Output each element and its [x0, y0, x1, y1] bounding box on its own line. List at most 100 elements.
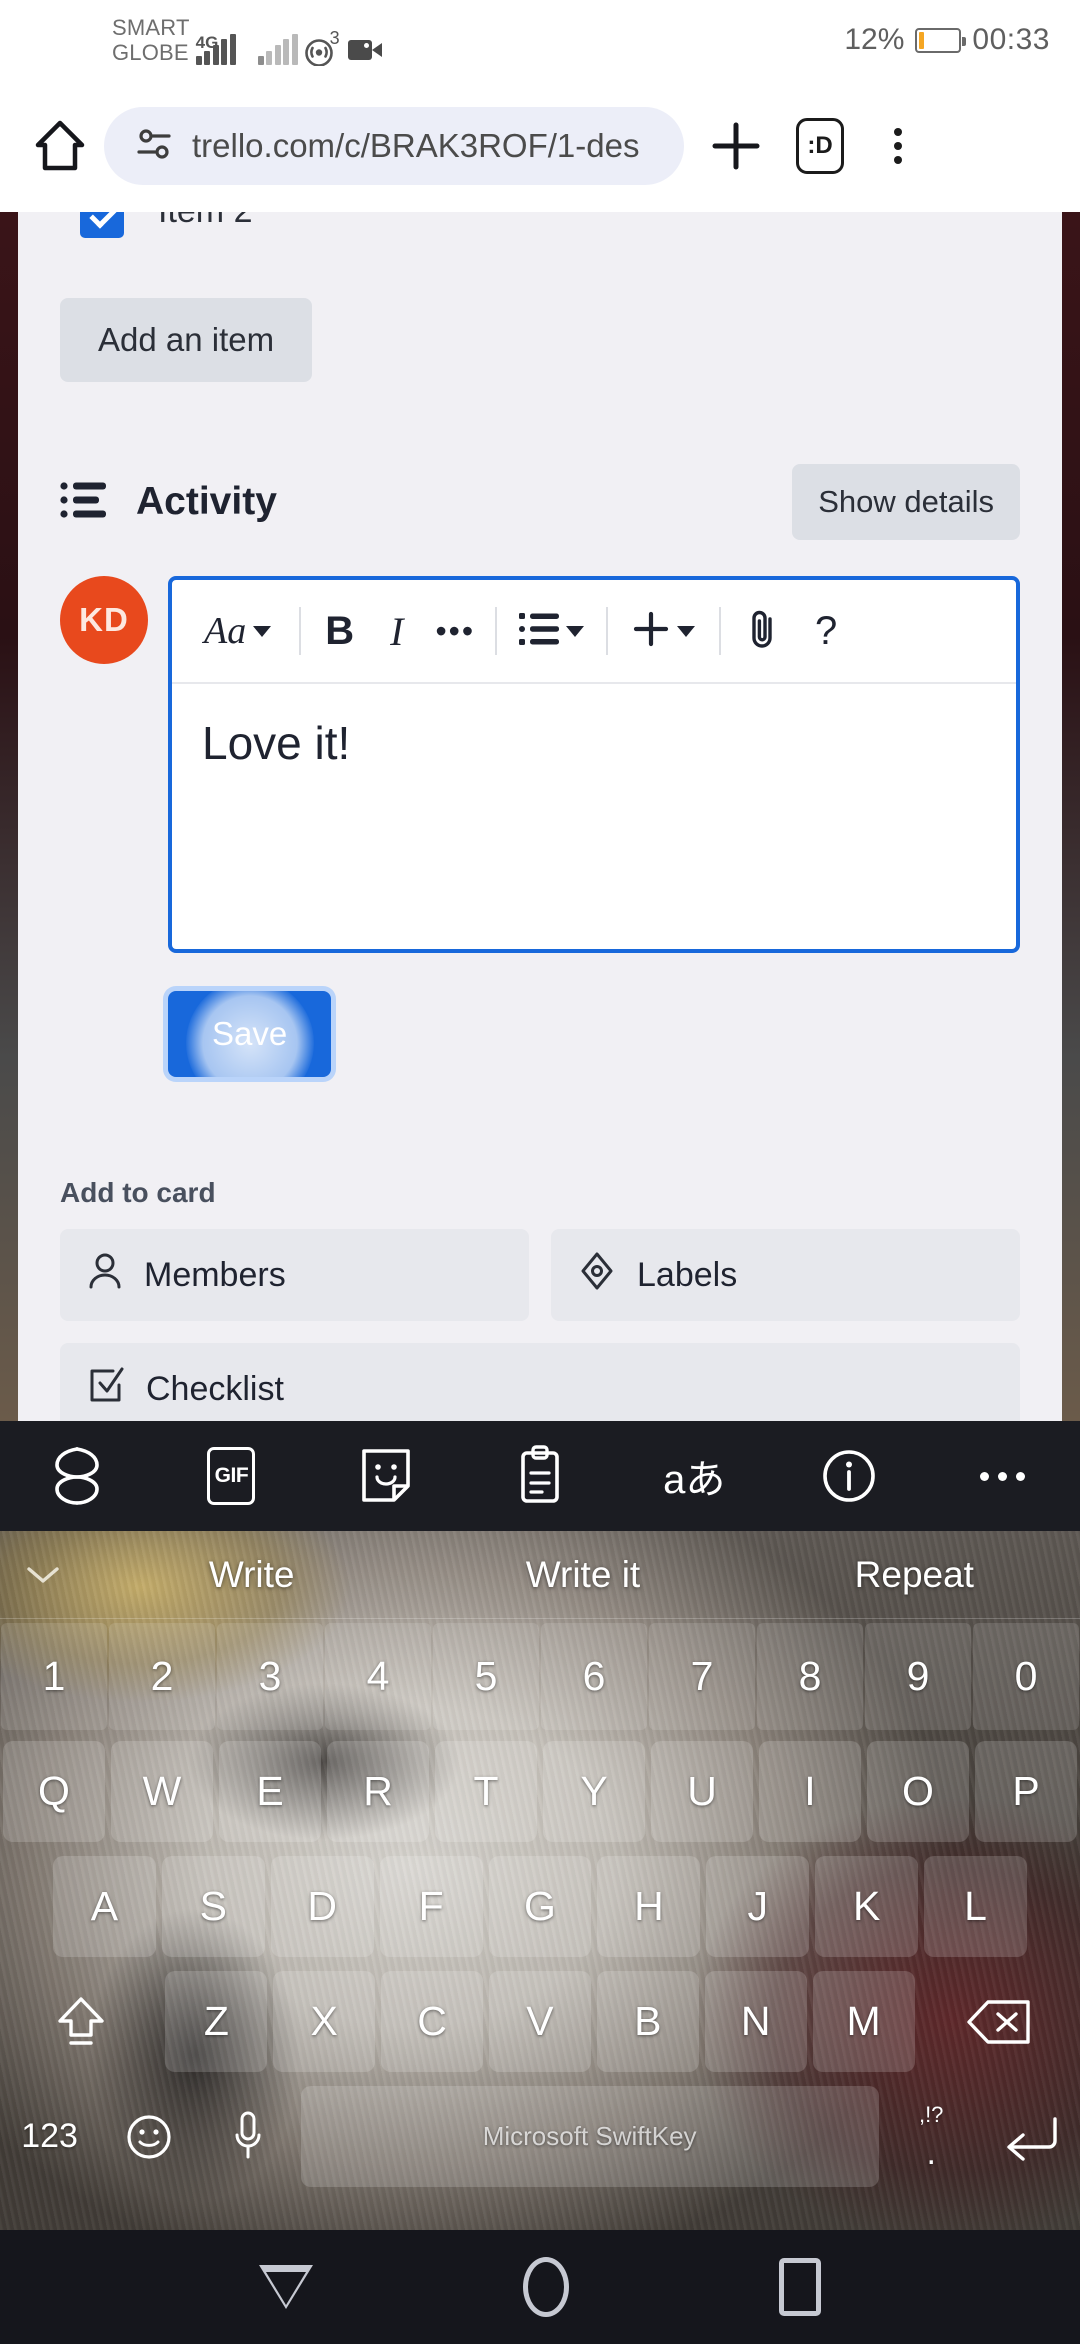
key-1[interactable]: 1: [1, 1623, 107, 1730]
enter-key[interactable]: [984, 2086, 1077, 2187]
key-M[interactable]: M: [812, 1971, 915, 2072]
key-Y[interactable]: Y: [543, 1741, 645, 1842]
tab-switcher-button[interactable]: :D: [778, 118, 862, 174]
key-5[interactable]: 5: [433, 1623, 539, 1730]
new-tab-button[interactable]: [694, 119, 778, 173]
screen-recorder-icon: [347, 38, 382, 62]
checklist-item-label: Item 2: [158, 212, 252, 231]
list-button[interactable]: [503, 580, 600, 683]
key-I[interactable]: I: [759, 1741, 861, 1842]
url-text[interactable]: trello.com/c/BRAK3ROF/1-des: [192, 127, 639, 165]
key-U[interactable]: U: [651, 1741, 753, 1842]
key-4[interactable]: 4: [325, 1623, 431, 1730]
browser-menu-button[interactable]: [862, 128, 934, 164]
status-bar-clock: 00:33: [972, 23, 1050, 56]
key-N[interactable]: N: [704, 1971, 807, 2072]
key-P[interactable]: P: [975, 1741, 1077, 1842]
key-R[interactable]: R: [327, 1741, 429, 1842]
add-checklist-label: Checklist: [146, 1369, 284, 1408]
prediction-3[interactable]: Repeat: [749, 1554, 1080, 1596]
comment-textarea[interactable]: Love it!: [172, 684, 1016, 949]
backspace-key[interactable]: [921, 1971, 1077, 2072]
keyboard-row-bottom: ZXCVBNM: [0, 1964, 1080, 2079]
gif-button[interactable]: GIF: [154, 1447, 308, 1505]
add-members-button[interactable]: Members: [60, 1229, 529, 1321]
sticker-button[interactable]: [309, 1446, 463, 1506]
prediction-2[interactable]: Write it: [417, 1554, 748, 1596]
nav-home-button[interactable]: [523, 2257, 569, 2317]
comment-editor[interactable]: Aa B I ••• ? Love it!: [168, 576, 1020, 953]
key-F[interactable]: F: [379, 1856, 483, 1957]
carrier-1: SMART: [112, 15, 190, 40]
info-button[interactable]: [771, 1447, 925, 1505]
help-button[interactable]: ?: [797, 580, 855, 683]
status-bar: SMART GLOBE 4G 3 12% 00:33: [0, 0, 1080, 80]
prediction-1[interactable]: Write: [86, 1554, 417, 1596]
checkbox-checked-icon[interactable]: [80, 212, 124, 238]
add-checklist-button[interactable]: Checklist: [60, 1343, 1020, 1421]
add-labels-button[interactable]: Labels: [551, 1229, 1020, 1321]
add-an-item-button[interactable]: Add an item: [60, 298, 313, 382]
font-style-button[interactable]: Aa: [182, 580, 293, 683]
key-S[interactable]: S: [161, 1856, 265, 1957]
shift-key[interactable]: [3, 1971, 159, 2072]
translate-button[interactable]: aあ: [617, 1447, 771, 1505]
key-8[interactable]: 8: [757, 1623, 863, 1730]
key-J[interactable]: J: [706, 1856, 810, 1957]
key-7[interactable]: 7: [649, 1623, 755, 1730]
key-X[interactable]: X: [273, 1971, 376, 2072]
numeric-key[interactable]: 123: [3, 2086, 96, 2187]
italic-button[interactable]: I: [372, 580, 421, 683]
keyboard-toolbar: GIF aあ: [0, 1421, 1080, 1531]
key-3[interactable]: 3: [217, 1623, 323, 1730]
key-H[interactable]: H: [597, 1856, 701, 1957]
key-V[interactable]: V: [489, 1971, 591, 2072]
home-button[interactable]: [22, 119, 98, 173]
key-6[interactable]: 6: [541, 1623, 647, 1730]
voice-input-key[interactable]: [201, 2086, 294, 2187]
clipboard-button[interactable]: [463, 1445, 617, 1507]
signal-bars-secondary-icon: [257, 34, 298, 65]
checklist-item-row[interactable]: Item 2: [60, 212, 1020, 256]
emoji-key[interactable]: [102, 2086, 195, 2187]
key-K[interactable]: K: [815, 1856, 919, 1957]
avatar[interactable]: KD: [60, 576, 148, 664]
insert-button[interactable]: [614, 580, 713, 683]
punctuation-key[interactable]: ,!? .: [885, 2086, 978, 2187]
network-type-label: 4G: [195, 33, 219, 52]
collapse-predictions-button[interactable]: [0, 1563, 86, 1587]
key-T[interactable]: T: [435, 1741, 537, 1842]
key-E[interactable]: E: [219, 1741, 321, 1842]
keyboard-more-button[interactable]: [926, 1471, 1080, 1481]
key-L[interactable]: L: [924, 1856, 1028, 1957]
key-W[interactable]: W: [111, 1741, 213, 1842]
show-details-button[interactable]: Show details: [792, 464, 1020, 540]
key-A[interactable]: A: [53, 1856, 156, 1957]
bold-button[interactable]: B: [307, 580, 372, 683]
key-9[interactable]: 9: [865, 1623, 971, 1730]
key-G[interactable]: G: [488, 1856, 592, 1957]
site-settings-icon[interactable]: [134, 124, 174, 169]
keyboard-row-space: 123 Microsoft SwiftKey ,!? .: [0, 2079, 1080, 2194]
save-button[interactable]: Save: [168, 991, 332, 1077]
more-formatting-button[interactable]: •••: [421, 580, 489, 683]
key-B[interactable]: B: [596, 1971, 699, 2072]
key-O[interactable]: O: [867, 1741, 969, 1842]
comment-composer-row: KD Aa B I ••• ? Love it!: [60, 576, 1020, 953]
space-key[interactable]: Microsoft SwiftKey: [300, 2086, 879, 2187]
key-C[interactable]: C: [381, 1971, 484, 2072]
nav-back-button[interactable]: [259, 2265, 313, 2309]
key-0[interactable]: 0: [973, 1623, 1079, 1730]
key-Z[interactable]: Z: [165, 1971, 268, 2072]
key-D[interactable]: D: [270, 1856, 374, 1957]
checkbox-icon: [88, 1366, 124, 1413]
italic-label: I: [390, 608, 404, 654]
hotspot-icon: 3: [304, 28, 340, 66]
key-2[interactable]: 2: [109, 1623, 215, 1730]
key-Q[interactable]: Q: [3, 1741, 105, 1842]
nav-recents-button[interactable]: [779, 2258, 821, 2316]
swiftkey-logo-button[interactable]: [0, 1445, 154, 1507]
attach-button[interactable]: [727, 580, 797, 683]
url-bar[interactable]: trello.com/c/BRAK3ROF/1-des: [104, 107, 684, 185]
add-labels-label: Labels: [637, 1255, 738, 1294]
